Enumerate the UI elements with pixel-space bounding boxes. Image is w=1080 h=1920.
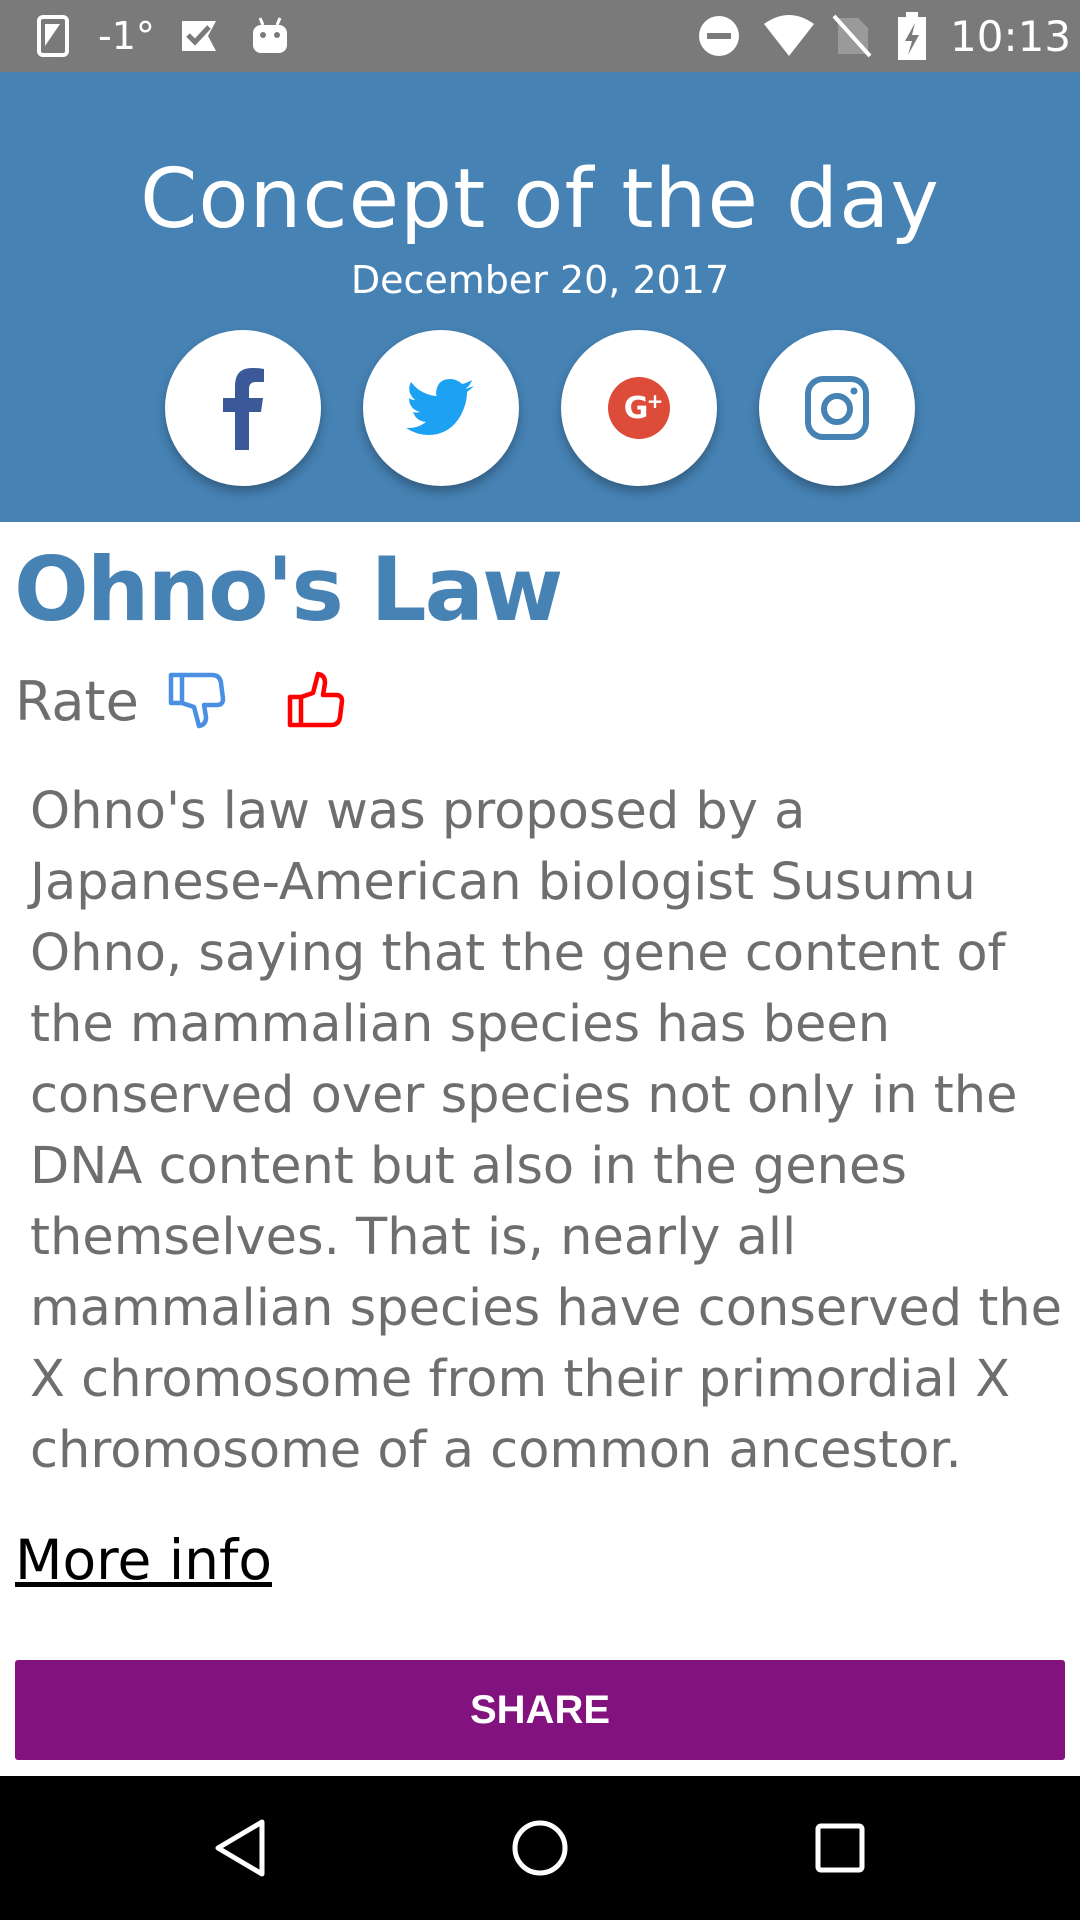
thumbs-down-icon xyxy=(168,672,226,729)
thumbs-down-button[interactable] xyxy=(165,668,229,732)
do-not-disturb-icon xyxy=(697,0,741,72)
check-badge-icon xyxy=(178,0,220,72)
concept-title: Ohno's Law xyxy=(14,538,563,641)
recents-icon xyxy=(815,1823,865,1873)
facebook-icon xyxy=(223,368,264,450)
back-icon xyxy=(215,1819,265,1877)
recents-button[interactable] xyxy=(768,1776,912,1920)
more-info-link[interactable]: More info xyxy=(15,1528,272,1592)
temperature-text: -1° xyxy=(98,14,155,58)
no-sim-icon xyxy=(832,0,872,72)
share-button[interactable]: SHARE xyxy=(15,1660,1065,1760)
battery-charging-icon xyxy=(897,0,927,72)
instagram-icon xyxy=(805,376,869,440)
twitter-button[interactable] xyxy=(363,330,519,486)
clock: 10:13 xyxy=(950,11,1072,61)
wifi-icon xyxy=(762,0,816,72)
header-date: December 20, 2017 xyxy=(350,258,730,302)
thumbs-up-icon xyxy=(287,671,345,728)
header: Concept of the day December 20, 2017 G + xyxy=(0,72,1080,522)
google-plus-button[interactable]: G + xyxy=(561,330,717,486)
svg-text:+: + xyxy=(647,389,664,413)
android-icon xyxy=(250,0,290,72)
back-button[interactable] xyxy=(168,1776,312,1920)
status-bar: -1° 10:13 xyxy=(0,0,1080,72)
concept-description: Ohno's law was proposed by a Japanese-Am… xyxy=(30,782,1063,1480)
header-title: Concept of the day xyxy=(140,152,940,247)
thumbs-up-button[interactable] xyxy=(284,668,348,732)
rate-label: Rate xyxy=(15,670,139,733)
twitter-icon xyxy=(406,379,474,435)
home-icon xyxy=(512,1820,568,1876)
google-plus-icon: G + xyxy=(608,377,670,439)
navigation-bar xyxy=(0,1776,1080,1920)
facebook-button[interactable] xyxy=(165,330,321,486)
instagram-button[interactable] xyxy=(759,330,915,486)
home-button[interactable] xyxy=(468,1776,612,1920)
phone-icon xyxy=(36,0,70,72)
svg-text:G: G xyxy=(624,391,649,426)
